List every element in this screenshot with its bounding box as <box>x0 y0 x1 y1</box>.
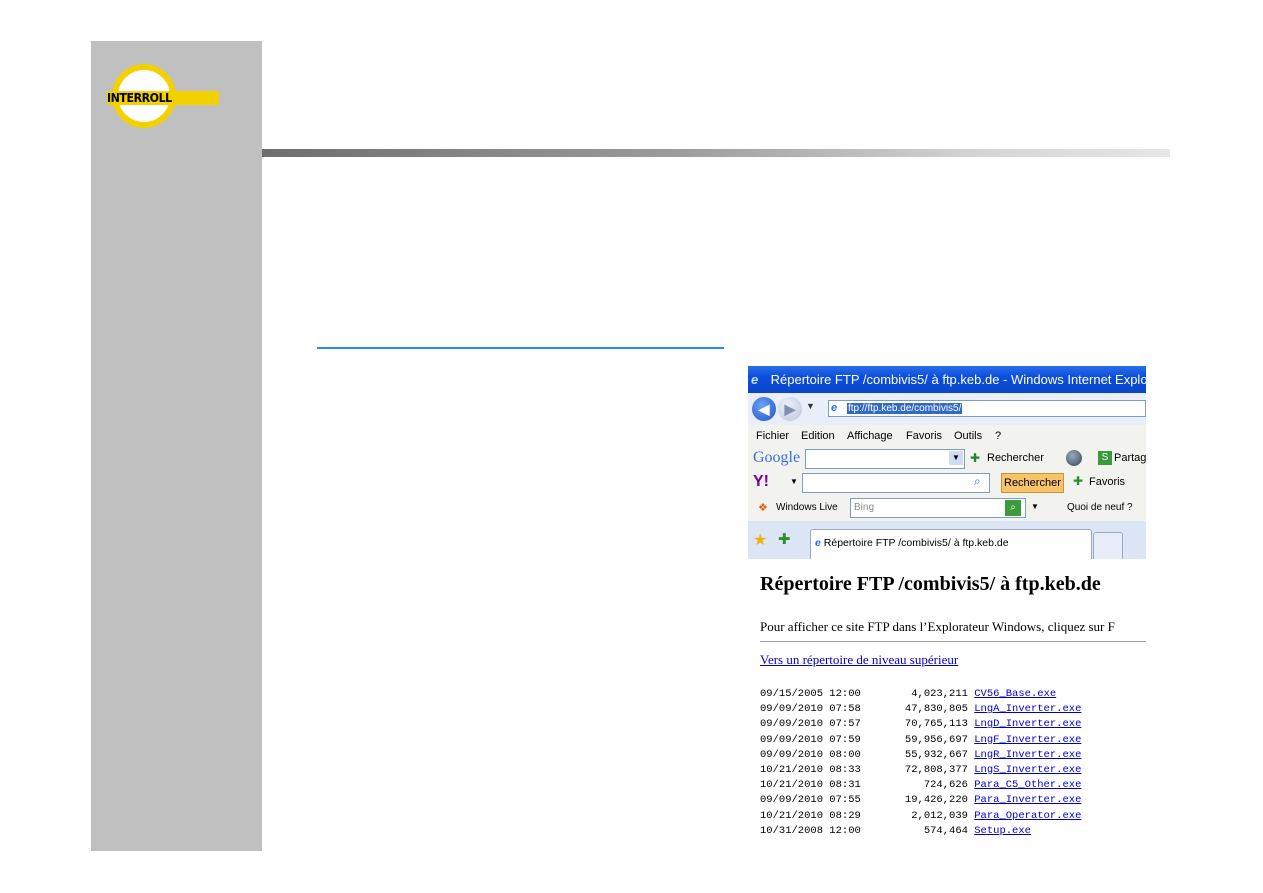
file-row: 09/09/2010 07:55 19,426,220 Para_Inverte… <box>760 793 1081 808</box>
file-meta: 10/21/2010 08:33 72,808,377 <box>760 764 975 777</box>
back-arrow-icon: ◀ <box>758 401 770 417</box>
file-row: 09/09/2010 07:58 47,830,805 LngA_Inverte… <box>760 702 1081 717</box>
yahoo-brand: Y! <box>753 473 769 490</box>
globe-icon[interactable] <box>1066 450 1082 466</box>
google-toolbar: Google ▼ ✚ Rechercher S Partag <box>748 447 1146 471</box>
tab-bar: ★ ✚ e Répertoire FTP /combivis5/ à ftp.k… <box>748 521 1146 560</box>
file-meta: 10/31/2008 12:00 574,464 <box>760 824 975 837</box>
add-favorite-icon[interactable]: ✚ <box>778 530 791 548</box>
share-icon: S <box>1098 451 1112 465</box>
windows-live-toolbar: ❖ Windows Live Bing ⌕ ▼ Quoi de neuf ? <box>748 495 1146 521</box>
menu-fichier[interactable]: Fichier <box>756 425 789 447</box>
favorites-icon: ✚ <box>1073 474 1084 488</box>
page-icon: e <box>831 402 838 414</box>
file-meta: 09/09/2010 07:58 47,830,805 <box>760 703 975 716</box>
address-input[interactable]: e ftp://ftp.keb.de/combivis5/ <box>828 400 1146 417</box>
menu-edition[interactable]: Edition <box>801 425 835 447</box>
forward-arrow-icon: ▶ <box>784 401 796 417</box>
whats-new-link[interactable]: Quoi de neuf ? <box>1067 502 1133 513</box>
tab-page-icon: e <box>815 537 821 549</box>
ftp-directory-page: Répertoire FTP /combivis5/ à ftp.keb.de … <box>748 559 1146 846</box>
left-band <box>91 41 262 851</box>
page-divider <box>760 641 1146 642</box>
slide: INTERROLL e Répertoire FTP /combivis5/ à… <box>0 0 1263 893</box>
accent-rule <box>317 347 724 349</box>
bing-dropdown-icon[interactable]: ▼ <box>1031 502 1039 511</box>
file-row: 10/21/2010 08:29 2,012,039 Para_Operator… <box>760 809 1081 824</box>
file-meta: 09/09/2010 07:57 70,765,113 <box>760 718 975 731</box>
page-heading: Répertoire FTP /combivis5/ à ftp.keb.de <box>760 573 1101 595</box>
forward-button[interactable]: ▶ <box>778 397 802 421</box>
windows-live-brand: Windows Live <box>776 502 838 513</box>
menu-affichage[interactable]: Affichage <box>847 425 893 447</box>
file-meta: 10/21/2010 08:31 724,626 <box>760 779 975 792</box>
file-link[interactable]: LngS_Inverter.exe <box>974 764 1081 776</box>
address-bar: ◀ ▶ ▼ e ftp://ftp.keb.de/combivis5/ <box>748 393 1146 425</box>
new-tab-button[interactable] <box>1093 532 1123 559</box>
file-link[interactable]: Setup.exe <box>974 825 1031 837</box>
interroll-logo: INTERROLL <box>107 64 219 136</box>
file-link[interactable]: CV56_Base.exe <box>974 688 1056 700</box>
file-meta: 09/09/2010 07:55 19,426,220 <box>760 794 975 807</box>
ie-icon: e <box>751 372 759 387</box>
address-url: ftp://ftp.keb.de/combivis5/ <box>847 403 963 414</box>
tab-active[interactable]: e Répertoire FTP /combivis5/ à ftp.keb.d… <box>810 529 1092 559</box>
bing-placeholder: Bing <box>854 502 875 513</box>
browser-screenshot: e Répertoire FTP /combivis5/ à ftp.keb.d… <box>748 366 1146 846</box>
google-search-input[interactable] <box>805 449 965 469</box>
page-intro: Pour afficher ce site FTP dans l’Explora… <box>760 619 1115 634</box>
file-link[interactable]: Para_C5_Other.exe <box>974 779 1081 791</box>
google-brand: Google <box>753 449 801 466</box>
favorites-star-icon[interactable]: ★ <box>753 530 767 550</box>
file-link[interactable]: LngA_Inverter.exe <box>974 703 1081 715</box>
magnifier-icon[interactable]: ⌕ <box>974 474 981 489</box>
menu-bar: Fichier Edition Affichage Favoris Outils… <box>748 425 1146 447</box>
google-search-icon: ✚ <box>970 451 981 465</box>
file-row: 09/09/2010 07:59 59,956,697 LngF_Inverte… <box>760 733 1081 748</box>
back-button[interactable]: ◀ <box>752 397 776 421</box>
tab-title: Répertoire FTP /combivis5/ à ftp.keb.de <box>823 537 1009 549</box>
window-title: Répertoire FTP /combivis5/ à ftp.keb.de … <box>770 372 1146 387</box>
yahoo-search-button[interactable]: Rechercher <box>1001 473 1064 493</box>
yahoo-search-input[interactable] <box>802 473 990 493</box>
file-listing: 09/15/2005 12:00 4,023,211 CV56_Base.exe… <box>760 687 1081 839</box>
file-row: 09/09/2010 08:00 55,932,667 LngR_Inverte… <box>760 748 1081 763</box>
file-meta: 10/21/2010 08:29 2,012,039 <box>760 809 975 822</box>
yahoo-menu-icon[interactable]: ▼ <box>790 477 798 486</box>
chevron-down-icon[interactable]: ▼ <box>949 451 963 465</box>
search-icon[interactable]: ⌕ <box>1005 500 1021 516</box>
file-link[interactable]: LngD_Inverter.exe <box>974 718 1081 730</box>
menu-favoris[interactable]: Favoris <box>906 425 942 447</box>
file-row: 10/21/2010 08:31 724,626 Para_C5_Other.e… <box>760 778 1081 793</box>
share-button[interactable]: Partag <box>1114 452 1146 464</box>
menu-outils[interactable]: Outils <box>954 425 982 447</box>
file-link[interactable]: LngF_Inverter.exe <box>974 734 1081 746</box>
file-link[interactable]: Para_Operator.exe <box>974 810 1081 822</box>
favorites-button[interactable]: Favoris <box>1089 476 1125 488</box>
google-search-button[interactable]: Rechercher <box>987 452 1044 464</box>
menu-help[interactable]: ? <box>995 425 1001 447</box>
file-row: 09/09/2010 07:57 70,765,113 LngD_Inverte… <box>760 717 1081 732</box>
bing-search-input[interactable]: Bing ⌕ <box>850 498 1026 518</box>
yahoo-toolbar: Y! ▼ ⌕ Rechercher ✚ Favoris <box>748 471 1146 495</box>
parent-directory-link[interactable]: Vers un répertoire de niveau supérieur <box>760 652 958 668</box>
history-dropdown-icon[interactable]: ▼ <box>806 401 815 411</box>
header-rule <box>262 149 1170 157</box>
window-titlebar: e Répertoire FTP /combivis5/ à ftp.keb.d… <box>748 366 1146 393</box>
logo-wordmark: INTERROLL <box>107 91 172 105</box>
file-row: 10/21/2010 08:33 72,808,377 LngS_Inverte… <box>760 763 1081 778</box>
windows-flag-icon: ❖ <box>758 502 768 514</box>
file-link[interactable]: LngR_Inverter.exe <box>974 749 1081 761</box>
file-row: 09/15/2005 12:00 4,023,211 CV56_Base.exe <box>760 687 1081 702</box>
file-meta: 09/15/2005 12:00 4,023,211 <box>760 688 975 700</box>
file-meta: 09/09/2010 08:00 55,932,667 <box>760 748 975 761</box>
file-link[interactable]: Para_Inverter.exe <box>974 794 1081 806</box>
file-meta: 09/09/2010 07:59 59,956,697 <box>760 733 975 746</box>
logo-text: INTERROLL <box>107 91 219 105</box>
file-row: 10/31/2008 12:00 574,464 Setup.exe <box>760 824 1081 839</box>
